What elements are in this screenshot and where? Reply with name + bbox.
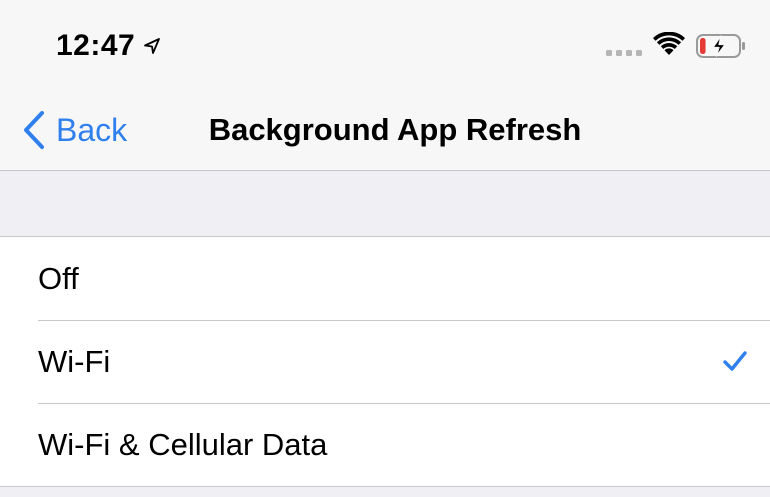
option-row-wifi-cellular[interactable]: Wi-Fi & Cellular Data bbox=[0, 403, 770, 486]
section-footer-spacer bbox=[0, 486, 770, 497]
option-label-wifi: Wi-Fi bbox=[38, 344, 111, 379]
location-arrow-icon bbox=[144, 38, 161, 54]
status-time: 12:47 bbox=[56, 29, 136, 62]
option-row-off[interactable]: Off bbox=[0, 237, 770, 320]
cellular-signal-icon bbox=[606, 50, 642, 56]
option-label-off: Off bbox=[38, 261, 79, 296]
battery-charging-icon bbox=[696, 34, 745, 58]
navigation-bar: Back Background App Refresh bbox=[0, 92, 770, 171]
option-label-wifi-cellular: Wi-Fi & Cellular Data bbox=[38, 427, 328, 462]
option-row-wifi[interactable]: Wi-Fi bbox=[0, 320, 770, 403]
checkmark-icon bbox=[723, 351, 747, 371]
page-title: Background App Refresh bbox=[208, 112, 582, 147]
refresh-options-list: Off Wi-Fi Wi-Fi & Cellular Data bbox=[0, 237, 770, 486]
settings-screen: 12:47 Back Background App Refresh Off Wi… bbox=[0, 0, 770, 497]
section-header-spacer bbox=[0, 171, 770, 237]
wifi-icon bbox=[653, 32, 685, 55]
status-time-group: 12:47 bbox=[56, 26, 161, 66]
status-bar: 12:47 bbox=[0, 0, 770, 92]
